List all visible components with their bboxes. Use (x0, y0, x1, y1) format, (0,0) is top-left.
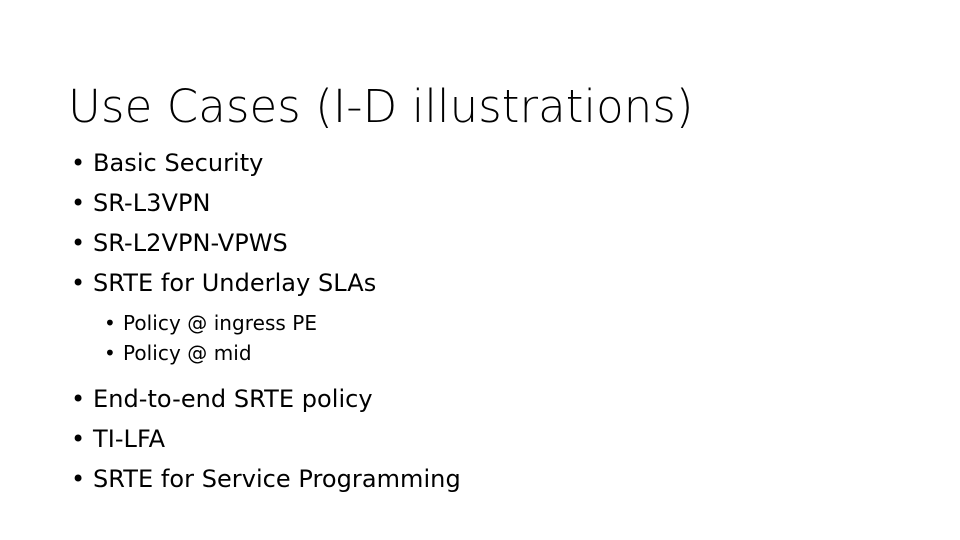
list-item-label: SR-L2VPN-VPWS (93, 229, 288, 257)
list-item-label: End-to-end SRTE policy (93, 385, 373, 413)
list-item: • SRTE for Underlay SLAs (0, 263, 900, 303)
list-item: • Basic Security (0, 143, 900, 183)
list-item-label: SRTE for Underlay SLAs (93, 269, 377, 297)
list-item: • Policy @ ingress PE (0, 308, 900, 338)
bullet-point-icon: • (71, 149, 86, 177)
bullet-list: • Basic Security • SR-L3VPN • SR-L2VPN-V… (0, 143, 900, 499)
list-item: • SRTE for Service Programming (0, 459, 900, 499)
list-item-label: SRTE for Service Programming (93, 465, 461, 493)
bullet-point-icon: • (71, 229, 86, 257)
presentation-slide: Use Cases (I-D illustrations) • Basic Se… (0, 0, 960, 540)
list-item-label: Policy @ mid (123, 341, 252, 365)
list-item-label: TI-LFA (93, 425, 166, 453)
list-item: • SR-L2VPN-VPWS (0, 223, 900, 263)
bullet-point-icon: • (71, 385, 86, 413)
list-item: • SR-L3VPN (0, 183, 900, 223)
list-item-label: SR-L3VPN (93, 189, 211, 217)
bullet-point-icon: • (71, 425, 86, 453)
list-item-label: Policy @ ingress PE (123, 311, 318, 335)
list-item: • Policy @ mid (0, 338, 900, 368)
slide-title: Use Cases (I-D illustrations) (68, 80, 694, 134)
list-item: • TI-LFA (0, 419, 900, 459)
list-item: • End-to-end SRTE policy (0, 379, 900, 419)
bullet-point-icon: • (71, 465, 86, 493)
bullet-point-icon: • (71, 189, 86, 217)
bullet-point-icon: • (104, 311, 116, 335)
bullet-point-icon: • (104, 341, 116, 365)
list-item-label: Basic Security (93, 149, 264, 177)
bullet-point-icon: • (71, 269, 86, 297)
slide-body: • Basic Security • SR-L3VPN • SR-L2VPN-V… (0, 143, 900, 499)
